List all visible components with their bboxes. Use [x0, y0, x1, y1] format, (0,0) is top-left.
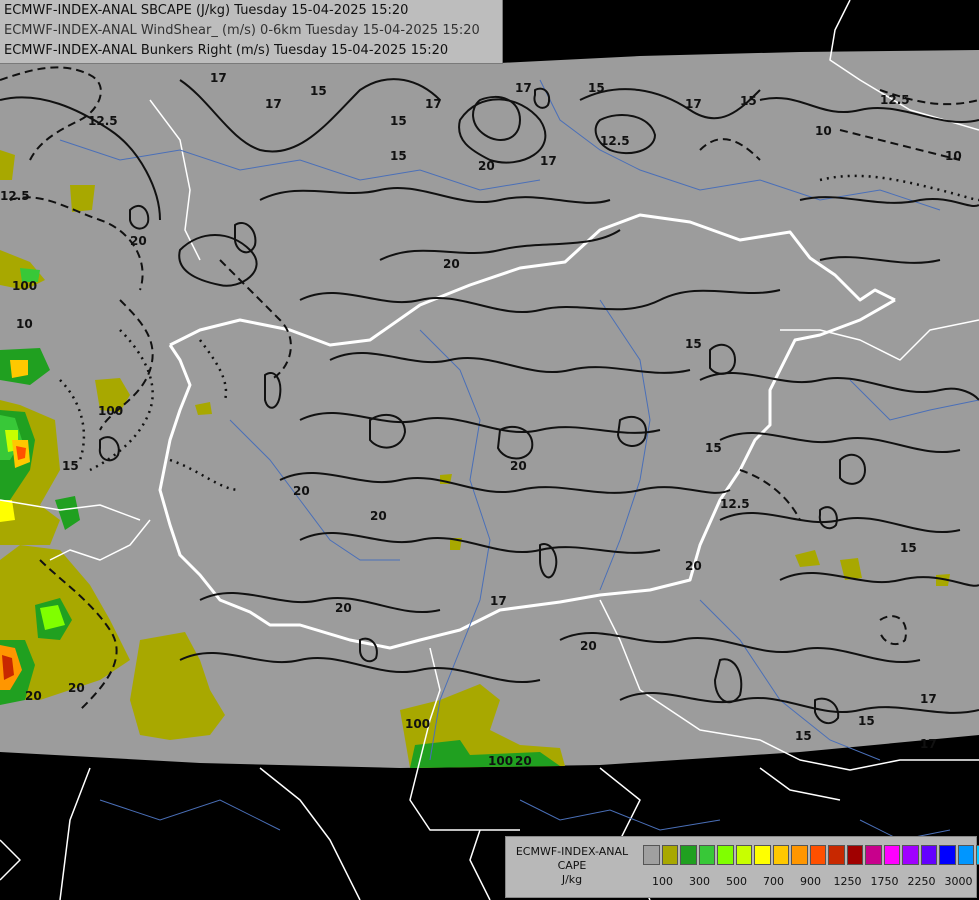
legend-tick: 1250 — [833, 875, 862, 888]
legend-tick: 2250 — [907, 875, 936, 888]
legend-swatch — [735, 845, 752, 865]
legend-swatch — [957, 845, 974, 865]
legend-ticks: 10030050070090012501750225030005000 — [643, 875, 973, 889]
cape-legend: ECMWF-INDEX-ANAL CAPE J/kg 100 300 500 700 9… — [505, 836, 979, 898]
contour-label: 17 — [920, 692, 937, 706]
contour-label: 100 — [12, 279, 37, 293]
header-sbcape: ECMWF-INDEX-ANAL SBCAPE (J/kg) Tuesday 1… — [4, 3, 409, 18]
contour-label: 100 — [98, 404, 123, 418]
contour-label: 15 — [795, 729, 812, 743]
legend-swatch — [680, 845, 697, 865]
legend-swatch — [883, 845, 900, 865]
header-windshear: ECMWF-INDEX-ANAL WindShear_ (m/s) 0-6km … — [4, 23, 480, 38]
contour-label: 15 — [685, 337, 702, 351]
contour-label: 15 — [390, 149, 407, 163]
contour-label: 15 — [390, 114, 407, 128]
legend-swatch — [698, 845, 715, 865]
contour-label: 20 — [335, 601, 352, 615]
contour-label: 17 — [540, 154, 557, 168]
weather-map: 17 15 12.5 17 15 17 17 15 10 12.5 10 15 … — [0, 0, 979, 900]
contour-label: 17 — [920, 737, 937, 751]
legend-swatch — [661, 845, 678, 865]
contour-label: 20 — [293, 484, 310, 498]
contour-label: 100 — [488, 754, 513, 768]
contour-label: 20 — [580, 639, 597, 653]
legend-swatch — [791, 845, 808, 865]
legend-swatch — [846, 845, 863, 865]
legend-swatch — [809, 845, 826, 865]
contour-label: 20 — [130, 234, 147, 248]
legend-tick: 700 — [763, 875, 784, 888]
contour-label: 17 — [490, 594, 507, 608]
legend-swatch — [643, 845, 660, 865]
contour-label: 20 — [370, 509, 387, 523]
legend-tick: 1750 — [870, 875, 899, 888]
legend-swatches — [643, 845, 979, 867]
contour-label: 12.5 — [600, 134, 630, 148]
map-header: ECMWF-INDEX-ANAL SBCAPE (J/kg) Tuesday 1… — [0, 0, 503, 64]
legend-swatch — [828, 845, 845, 865]
header-bunkers: ECMWF-INDEX-ANAL Bunkers Right (m/s) Tue… — [4, 43, 449, 58]
contour-label: 20 — [685, 559, 702, 573]
contour-label: 15 — [310, 84, 327, 98]
legend-swatch — [920, 845, 937, 865]
contour-label: 12.5 — [880, 93, 910, 107]
contour-label: 12.5 — [0, 189, 30, 203]
legend-title: ECMWF-INDEX-ANAL — [515, 845, 629, 858]
legend-variable: CAPE — [557, 859, 587, 872]
contour-label: 17 — [210, 71, 227, 85]
contour-label: 17 — [425, 97, 442, 111]
legend-tick: 500 — [726, 875, 747, 888]
legend-swatch — [772, 845, 789, 865]
contour-label: 15 — [740, 94, 757, 108]
legend-tick: 900 — [800, 875, 821, 888]
contour-label: 20 — [515, 754, 532, 768]
map-viewer: 17 15 12.5 17 15 17 17 15 10 12.5 10 15 … — [0, 0, 979, 900]
legend-unit: J/kg — [561, 873, 583, 886]
contour-label: 17 — [265, 97, 282, 111]
contour-label: 17 — [685, 97, 702, 111]
contour-label: 12.5 — [720, 497, 750, 511]
contour-label: 12.5 — [88, 114, 118, 128]
legend-tick: 3000 — [944, 875, 973, 888]
contour-label: 15 — [900, 541, 917, 555]
contour-label: 100 — [405, 717, 430, 731]
contour-label: 20 — [510, 459, 527, 473]
contour-label: 15 — [588, 81, 605, 95]
legend-swatch — [939, 845, 956, 865]
legend-swatch — [865, 845, 882, 865]
legend-caption: ECMWF-INDEX-ANAL CAPE J/kg — [506, 845, 638, 887]
contour-label: 10 — [815, 124, 832, 138]
contour-label: 10 — [945, 149, 962, 163]
contour-label: 20 — [443, 257, 460, 271]
contour-label: 15 — [62, 459, 79, 473]
contour-label: 15 — [705, 441, 722, 455]
contour-label: 17 — [515, 81, 532, 95]
legend-tick: 300 — [689, 875, 710, 888]
contour-label: 20 — [68, 681, 85, 695]
legend-swatch — [754, 845, 771, 865]
contour-label: 20 — [478, 159, 495, 173]
contour-label: 20 — [25, 689, 42, 703]
legend-tick: 100 — [652, 875, 673, 888]
legend-swatch — [717, 845, 734, 865]
contour-label: 10 — [16, 317, 33, 331]
legend-swatch — [902, 845, 919, 865]
contour-label: 15 — [858, 714, 875, 728]
